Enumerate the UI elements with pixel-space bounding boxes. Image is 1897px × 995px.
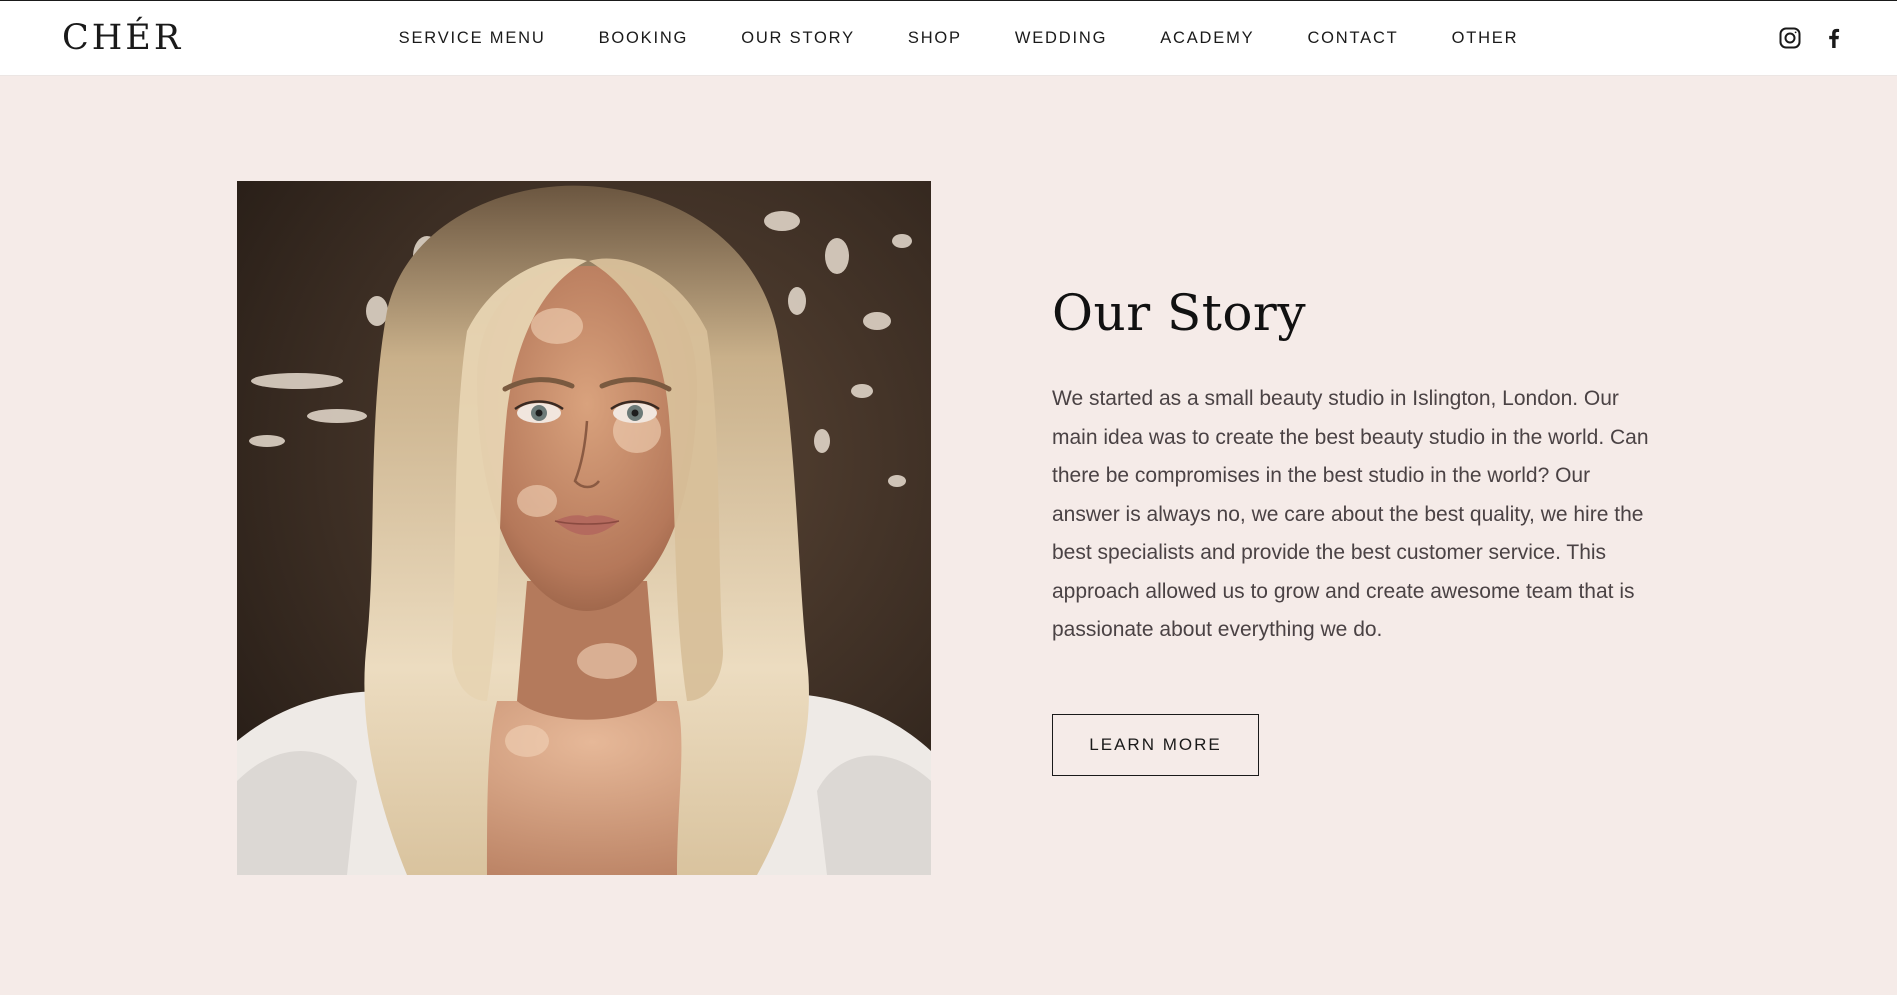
site-header: CHÉR SERVICE MENU BOOKING OUR STORY SHOP… xyxy=(0,0,1897,76)
learn-more-button[interactable]: LEARN MORE xyxy=(1052,714,1259,776)
nav-item-other[interactable]: OTHER xyxy=(1452,29,1519,48)
logo[interactable]: CHÉR xyxy=(62,18,183,58)
section-title: Our Story xyxy=(1052,284,1307,342)
main-nav: SERVICE MENU BOOKING OUR STORY SHOP WEDD… xyxy=(0,1,1897,75)
nav-item-our-story[interactable]: OUR STORY xyxy=(741,29,855,48)
instagram-icon[interactable] xyxy=(1777,25,1803,51)
nav-item-shop[interactable]: SHOP xyxy=(908,29,962,48)
main-nav-list: SERVICE MENU BOOKING OUR STORY SHOP WEDD… xyxy=(399,29,1519,48)
nav-item-service-menu[interactable]: SERVICE MENU xyxy=(399,29,546,48)
portrait-photo xyxy=(237,181,931,875)
section-body: We started as a small beauty studio in I… xyxy=(1052,387,1649,641)
nav-item-wedding[interactable]: WEDDING xyxy=(1015,29,1107,48)
nav-item-contact[interactable]: CONTACT xyxy=(1307,29,1398,48)
facebook-icon[interactable] xyxy=(1821,25,1847,51)
nav-item-academy[interactable]: ACADEMY xyxy=(1160,29,1254,48)
our-story-section: Our Story We started as a small beauty s… xyxy=(1052,280,1652,650)
nav-item-booking[interactable]: BOOKING xyxy=(599,29,689,48)
social-links xyxy=(1777,25,1847,51)
